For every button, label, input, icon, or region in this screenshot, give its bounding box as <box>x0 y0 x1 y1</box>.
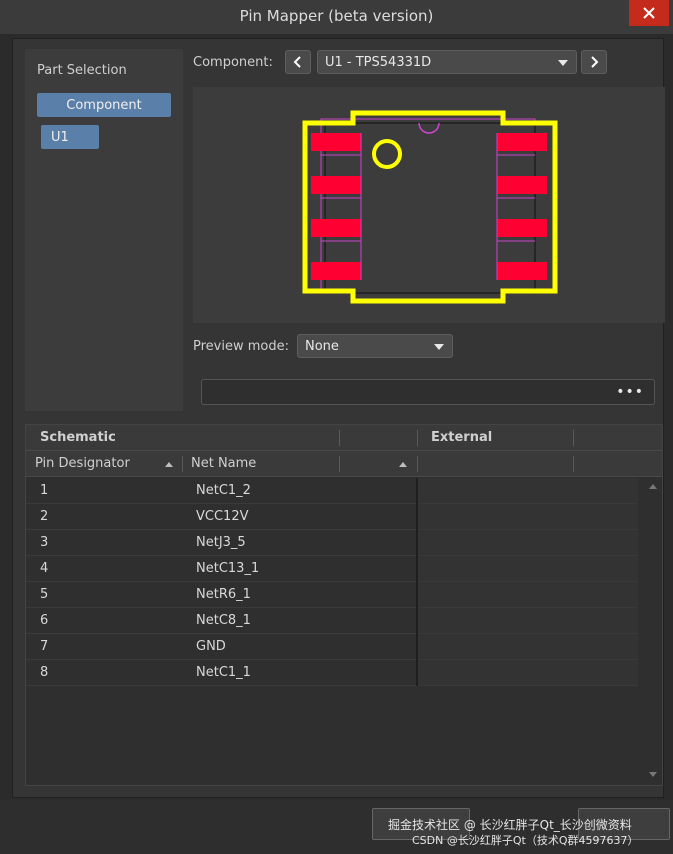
dialog-body: Part Selection Component U1 Component: U… <box>12 38 665 798</box>
table-row[interactable]: 5 NetR6_1 <box>26 582 638 608</box>
watermark-text: 掘金技术社区 @ 长沙红胖子Qt_长沙创微资料 <box>388 818 632 832</box>
component-select-value: U1 - TPS54331D <box>325 54 432 70</box>
pin-cell: 4 <box>40 561 49 576</box>
column-separator <box>182 456 183 472</box>
table-row[interactable]: 8 NetC1_1 <box>26 660 638 686</box>
component-select[interactable]: U1 - TPS54331D <box>317 50 577 74</box>
pad <box>497 262 547 280</box>
pad <box>311 262 361 280</box>
preview-mode-label: Preview mode: <box>193 339 289 354</box>
group-header-row: Schematic External <box>26 425 662 451</box>
net-cell: NetC1_1 <box>196 665 251 680</box>
pin-mapping-grid: Schematic External Pin Designator Net Na… <box>25 424 663 786</box>
grid-rows: 1 NetC1_2 2 VCC12V 3 NetJ3_5 4 NetC13_1 5 Net… <box>26 478 638 686</box>
table-row[interactable]: 6 NetC8_1 <box>26 608 638 634</box>
vertical-scrollbar[interactable] <box>646 478 660 783</box>
schematic-group-header: Schematic <box>40 430 116 445</box>
pad <box>311 176 361 194</box>
title-bar: Pin Mapper (beta version) <box>0 0 673 34</box>
scroll-up-icon[interactable] <box>649 484 657 489</box>
pin-designator-header[interactable]: Pin Designator <box>35 456 130 471</box>
pad <box>311 133 361 151</box>
table-row[interactable]: 2 VCC12V <box>26 504 638 530</box>
column-separator <box>573 430 574 446</box>
courtyard-pin-lines <box>321 133 535 280</box>
pin1-marker <box>372 139 402 169</box>
net-name-header[interactable]: Net Name <box>191 456 256 471</box>
part-selection-panel: Part Selection Component U1 <box>25 49 183 411</box>
previous-component-button[interactable] <box>285 50 311 74</box>
pin-cell: 3 <box>40 535 49 550</box>
table-row[interactable]: 3 NetJ3_5 <box>26 530 638 556</box>
component-label: Component: <box>193 55 273 70</box>
chevron-left-icon <box>293 56 301 68</box>
net-cell: NetC8_1 <box>196 613 251 628</box>
external-group-header: External <box>431 430 493 445</box>
window-title: Pin Mapper (beta version) <box>239 7 434 25</box>
chevron-down-icon <box>434 344 444 350</box>
net-cell: NetC13_1 <box>196 561 260 576</box>
component-description-field[interactable]: ••• <box>201 379 655 405</box>
part-item-u1[interactable]: U1 <box>41 125 99 149</box>
column-separator <box>417 456 418 472</box>
footprint-drawing <box>302 110 558 304</box>
chevron-right-icon <box>591 56 599 68</box>
table-row[interactable]: 4 NetC13_1 <box>26 556 638 582</box>
pin-cell: 1 <box>40 483 49 498</box>
close-icon <box>643 7 655 19</box>
net-cell: NetR6_1 <box>196 587 251 602</box>
component-button[interactable]: Component <box>37 93 171 117</box>
net-cell: NetC1_2 <box>196 483 251 498</box>
preview-mode-value: None <box>305 338 339 354</box>
pin-cell: 5 <box>40 587 49 602</box>
table-row[interactable]: 7 GND <box>26 634 638 660</box>
column-header-row: Pin Designator Net Name <box>26 451 662 477</box>
more-options-button[interactable]: ••• <box>616 384 644 400</box>
pad <box>497 219 547 237</box>
net-cell: VCC12V <box>196 509 249 524</box>
next-component-button[interactable] <box>581 50 607 74</box>
pad <box>497 176 547 194</box>
net-cell: NetJ3_5 <box>196 535 246 550</box>
pin-cell: 7 <box>40 639 49 654</box>
scroll-down-icon[interactable] <box>649 772 657 777</box>
pin-cell: 2 <box>40 509 49 524</box>
footprint-preview <box>193 87 665 323</box>
column-divider <box>416 478 418 686</box>
column-separator <box>339 456 340 472</box>
notch-mark <box>418 122 440 134</box>
column-separator <box>573 456 574 472</box>
close-button[interactable] <box>629 0 669 26</box>
net-cell: GND <box>196 639 226 654</box>
pad <box>497 133 547 151</box>
watermark-text: CSDN @长沙红胖子Qt（技术Q群4597637） <box>412 834 639 847</box>
column-separator <box>339 430 340 446</box>
part-selection-label: Part Selection <box>37 63 127 78</box>
pad <box>311 219 361 237</box>
column-separator <box>417 430 418 446</box>
pin-cell: 6 <box>40 613 49 628</box>
table-row[interactable]: 1 NetC1_2 <box>26 478 638 504</box>
pin-cell: 8 <box>40 665 49 680</box>
preview-mode-select[interactable]: None <box>297 334 453 358</box>
sort-ascending-icon <box>165 462 173 467</box>
dialog-footer: 掘金技术社区 @ 长沙红胖子Qt_长沙创微资料 CSDN @长沙红胖子Qt（技术… <box>0 800 673 854</box>
chevron-down-icon <box>558 60 568 66</box>
sort-ascending-icon <box>399 462 407 467</box>
